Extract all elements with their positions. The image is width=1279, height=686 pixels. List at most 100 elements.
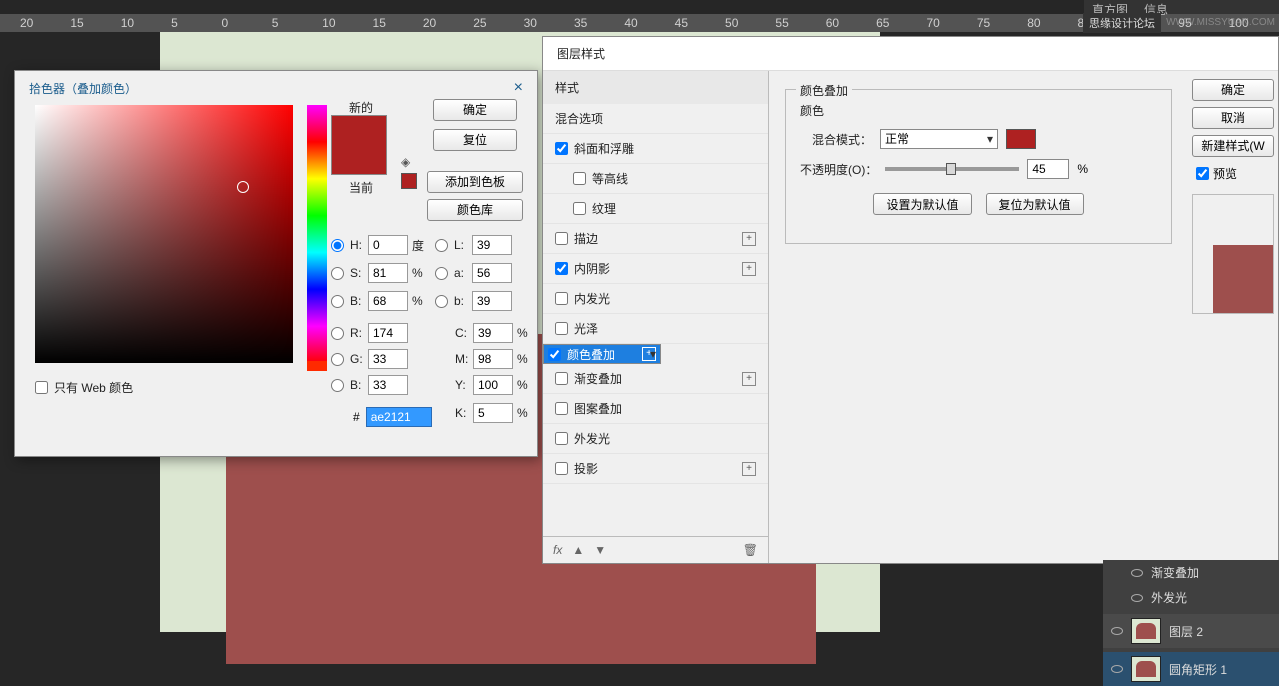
reset-default-button[interactable]: 复位为默认值: [986, 193, 1084, 215]
current-color-label: 当前: [349, 179, 373, 196]
outer-glow-checkbox[interactable]: [555, 432, 568, 445]
layer-effect-gradient[interactable]: 渐变叠加: [1103, 560, 1279, 585]
opacity-thumb[interactable]: [946, 163, 956, 175]
color-swatch-compare: [331, 115, 387, 175]
add-icon[interactable]: +: [742, 262, 756, 276]
brightness-label: B:: [350, 294, 364, 308]
color-libraries-button[interactable]: 颜色库: [427, 199, 523, 221]
add-icon[interactable]: +: [742, 372, 756, 386]
overlay-color-swatch[interactable]: [1006, 129, 1036, 149]
b-radio[interactable]: [331, 379, 344, 392]
preview-checkbox[interactable]: [1196, 167, 1209, 180]
overlay-group-label: 颜色叠加: [796, 82, 852, 99]
arrow-up-icon[interactable]: ▲: [572, 543, 584, 557]
inner-shadow-checkbox[interactable]: [555, 262, 568, 275]
tab-histogram[interactable]: 直方图: [1084, 0, 1136, 14]
k-input[interactable]: [473, 403, 513, 423]
color-overlay-checkbox[interactable]: [548, 348, 561, 361]
a-label: a:: [454, 266, 468, 280]
sv-marker[interactable]: [237, 181, 249, 193]
style-stroke[interactable]: 描边+: [543, 224, 768, 254]
color-overlay-group: 颜色叠加 颜色 混合模式： 正常 不透明度(O)： % 设置为默认值 复位为默认…: [785, 89, 1172, 244]
eye-icon[interactable]: [1131, 594, 1143, 602]
style-outer-glow[interactable]: 外发光: [543, 424, 768, 454]
a-radio[interactable]: [435, 267, 448, 280]
arrow-down-icon[interactable]: ▼: [594, 543, 606, 557]
style-color-overlay[interactable]: 颜色叠加+: [543, 344, 661, 364]
web-colors-checkbox[interactable]: [35, 381, 48, 394]
hue-slider[interactable]: [307, 105, 327, 363]
style-pattern-overlay[interactable]: 图案叠加: [543, 394, 768, 424]
y-input[interactable]: [473, 375, 513, 395]
eye-icon[interactable]: [1111, 665, 1123, 673]
c-label: C:: [455, 326, 469, 340]
eye-icon[interactable]: [1131, 569, 1143, 577]
style-texture[interactable]: 纹理: [543, 194, 768, 224]
satin-checkbox[interactable]: [555, 322, 568, 335]
style-bevel[interactable]: 斜面和浮雕: [543, 134, 768, 164]
gamut-warning-icon[interactable]: ◈: [401, 155, 415, 169]
blend-mode-select[interactable]: 正常: [880, 129, 998, 149]
websafe-swatch[interactable]: [401, 173, 417, 189]
g-input[interactable]: [368, 349, 408, 369]
add-to-swatches-button[interactable]: 添加到色板: [427, 171, 523, 193]
tab-info[interactable]: 信息: [1136, 0, 1176, 14]
l-input[interactable]: [472, 235, 512, 255]
pattern-overlay-checkbox[interactable]: [555, 402, 568, 415]
c-input[interactable]: [473, 323, 513, 343]
hex-input[interactable]: [366, 407, 432, 427]
brightness-radio[interactable]: [331, 295, 344, 308]
ls-ok-button[interactable]: 确定: [1192, 79, 1274, 101]
drop-shadow-checkbox[interactable]: [555, 462, 568, 475]
b-input[interactable]: [368, 375, 408, 395]
add-icon[interactable]: +: [642, 347, 656, 361]
sat-radio[interactable]: [331, 267, 344, 280]
sat-input[interactable]: [368, 263, 408, 283]
b2-input[interactable]: [472, 291, 512, 311]
brightness-input[interactable]: [368, 291, 408, 311]
stroke-checkbox[interactable]: [555, 232, 568, 245]
hue-radio[interactable]: [331, 239, 344, 252]
saturation-value-field[interactable]: [35, 105, 293, 363]
contour-checkbox[interactable]: [573, 172, 586, 185]
ls-cancel-button[interactable]: 取消: [1192, 107, 1274, 129]
ok-button[interactable]: 确定: [433, 99, 517, 121]
r-input[interactable]: [368, 323, 408, 343]
b2-radio[interactable]: [435, 295, 448, 308]
fx-icon[interactable]: fx: [553, 543, 562, 557]
g-radio[interactable]: [331, 353, 344, 366]
set-default-button[interactable]: 设置为默认值: [873, 193, 971, 215]
r-radio[interactable]: [331, 327, 344, 340]
layer-rounded-rect-1[interactable]: 圆角矩形 1: [1103, 652, 1279, 686]
style-satin[interactable]: 光泽: [543, 314, 768, 344]
style-contour[interactable]: 等高线: [543, 164, 768, 194]
opacity-unit: %: [1077, 162, 1088, 176]
opacity-slider[interactable]: [885, 167, 1019, 171]
texture-checkbox[interactable]: [573, 202, 586, 215]
style-inner-glow[interactable]: 内发光: [543, 284, 768, 314]
style-inner-shadow[interactable]: 内阴影+: [543, 254, 768, 284]
hue-input[interactable]: [368, 235, 408, 255]
trash-icon[interactable]: 🗑: [743, 543, 758, 557]
hash-label: #: [353, 410, 360, 424]
style-gradient-overlay[interactable]: 渐变叠加+: [543, 364, 768, 394]
style-drop-shadow[interactable]: 投影+: [543, 454, 768, 484]
a-input[interactable]: [472, 263, 512, 283]
reset-button[interactable]: 复位: [433, 129, 517, 151]
layer-2[interactable]: 图层 2: [1103, 614, 1279, 648]
l-radio[interactable]: [435, 239, 448, 252]
style-blend-options[interactable]: 混合选项: [543, 104, 768, 134]
add-icon[interactable]: +: [742, 232, 756, 246]
m-input[interactable]: [473, 349, 513, 369]
color-overlay-settings: 颜色叠加 颜色 混合模式： 正常 不透明度(O)： % 设置为默认值 复位为默认…: [769, 71, 1188, 563]
opacity-input[interactable]: [1027, 159, 1069, 179]
close-icon[interactable]: ×: [514, 79, 523, 97]
inner-glow-checkbox[interactable]: [555, 292, 568, 305]
gradient-overlay-checkbox[interactable]: [555, 372, 568, 385]
add-icon[interactable]: +: [742, 462, 756, 476]
ls-new-style-button[interactable]: 新建样式(W: [1192, 135, 1274, 157]
b2-label: b:: [454, 294, 468, 308]
eye-icon[interactable]: [1111, 627, 1123, 635]
bevel-checkbox[interactable]: [555, 142, 568, 155]
layer-effect-outer-glow[interactable]: 外发光: [1103, 585, 1279, 610]
